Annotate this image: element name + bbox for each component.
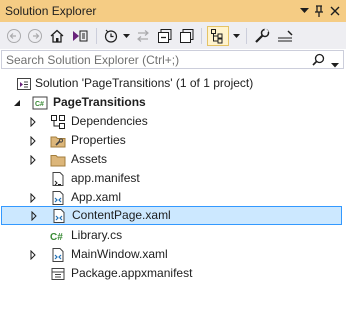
- window-title: Solution Explorer: [5, 4, 97, 18]
- tree-row-solution[interactable]: Solution 'PageTransitions' (1 of 1 proje…: [0, 74, 346, 93]
- back-icon[interactable]: [5, 26, 23, 46]
- manifest-file-icon: [50, 171, 66, 187]
- collapsed-arrow-icon[interactable]: [28, 135, 38, 147]
- project-label: PageTransitions: [53, 95, 146, 109]
- show-all-files-icon[interactable]: [178, 26, 196, 46]
- tree-row-assets[interactable]: Assets: [0, 150, 346, 169]
- collapsed-arrow-icon[interactable]: [28, 154, 38, 166]
- pending-changes-icon[interactable]: [102, 26, 120, 46]
- tree-row-properties[interactable]: Properties: [0, 131, 346, 150]
- toolbar-separator: [246, 28, 247, 44]
- csharp-project-icon: C#: [32, 95, 48, 111]
- svg-text:C#: C#: [50, 232, 63, 243]
- chevron-down-icon[interactable]: [231, 26, 241, 46]
- tree-row-mainwindow-xaml[interactable]: MainWindow.xaml: [0, 245, 346, 264]
- pin-icon[interactable]: [311, 3, 327, 19]
- sync-icon[interactable]: [134, 26, 152, 46]
- dropdown-arrow-icon[interactable]: [296, 3, 312, 19]
- dependencies-icon: [50, 114, 66, 130]
- item-label: Dependencies: [71, 114, 148, 128]
- item-label: App.xaml: [71, 190, 122, 204]
- tree-row-app-manifest[interactable]: app.manifest: [0, 169, 346, 188]
- properties-wrench-icon[interactable]: [253, 26, 271, 46]
- tree-row-dependencies[interactable]: Dependencies: [0, 112, 346, 131]
- forward-icon[interactable]: [26, 26, 44, 46]
- close-icon[interactable]: [327, 3, 343, 19]
- xaml-file-icon: [51, 208, 67, 224]
- collapsed-arrow-icon[interactable]: [29, 210, 39, 222]
- xaml-file-icon: [50, 190, 66, 206]
- toolbar-separator: [201, 28, 202, 44]
- tree-row-library-cs[interactable]: C# Library.cs: [0, 226, 346, 245]
- item-label: Properties: [71, 133, 126, 147]
- search-input[interactable]: Search Solution Explorer (Ctrl+;): [1, 50, 344, 69]
- toolbar: [0, 22, 346, 49]
- xaml-file-icon: [50, 247, 66, 263]
- preview-selected-items-icon[interactable]: [275, 26, 295, 46]
- solution-icon: [16, 76, 32, 92]
- tree-row-contentpage-xaml[interactable]: ContentPage.xaml: [1, 206, 342, 225]
- collapsed-arrow-icon[interactable]: [28, 116, 38, 128]
- collapse-all-icon[interactable]: [156, 26, 174, 46]
- toolbar-separator: [96, 28, 97, 44]
- item-label: Library.cs: [71, 228, 123, 242]
- item-label: Assets: [71, 152, 108, 166]
- chevron-down-icon[interactable]: [121, 26, 131, 46]
- csharp-file-icon: C#: [50, 228, 66, 244]
- wrench-folder-icon: [50, 133, 66, 149]
- collapsed-arrow-icon[interactable]: [28, 249, 38, 261]
- svg-text:C#: C#: [35, 101, 44, 108]
- folder-icon: [50, 152, 66, 168]
- chevron-down-icon[interactable]: [331, 57, 339, 71]
- item-label: ContentPage.xaml: [72, 208, 171, 222]
- switch-views-icon[interactable]: [70, 26, 92, 46]
- tree-row-project[interactable]: C# PageTransitions: [0, 93, 346, 112]
- collapsed-arrow-icon[interactable]: [28, 192, 38, 204]
- sync-with-active-document-icon[interactable]: [207, 26, 229, 46]
- expanded-arrow-icon[interactable]: [12, 97, 22, 107]
- item-label: MainWindow.xaml: [71, 247, 168, 261]
- item-label: app.manifest: [71, 171, 140, 185]
- tree-row-app-xaml[interactable]: App.xaml: [0, 188, 346, 207]
- package-manifest-icon: [50, 266, 66, 282]
- home-icon[interactable]: [48, 26, 66, 46]
- solution-label: Solution 'PageTransitions' (1 of 1 proje…: [35, 76, 254, 90]
- search-icon[interactable]: [312, 53, 325, 69]
- title-bar: Solution Explorer: [0, 0, 346, 22]
- search-placeholder: Search Solution Explorer (Ctrl+;): [6, 53, 180, 67]
- tree-row-package-appxmanifest[interactable]: Package.appxmanifest: [0, 264, 346, 283]
- item-label: Package.appxmanifest: [71, 266, 193, 280]
